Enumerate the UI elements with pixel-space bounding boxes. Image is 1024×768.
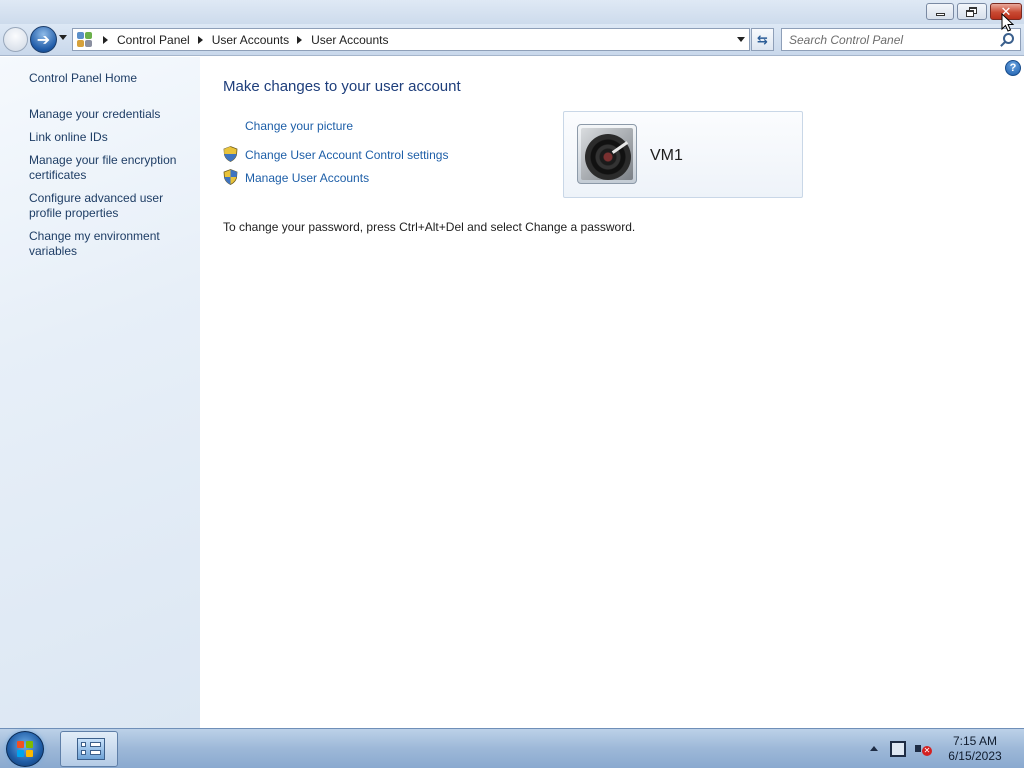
title-bar: ✕	[0, 0, 1024, 24]
task-pane: Control Panel Home Manage your credentia…	[0, 57, 200, 728]
refresh-icon: ⇆	[757, 31, 768, 47]
breadcrumb-control-panel[interactable]: Control Panel	[117, 33, 190, 47]
password-instructions: To change your password, press Ctrl+Alt+…	[223, 220, 636, 234]
search-input[interactable]	[782, 29, 992, 50]
uac-settings-link[interactable]: Change User Account Control settings	[245, 148, 448, 162]
forward-button[interactable]: ➔	[30, 26, 57, 53]
clock-time: 7:15 AM	[952, 734, 998, 748]
sidebar-item-manage-credentials[interactable]: Manage your credentials	[29, 107, 194, 122]
manage-user-accounts-link[interactable]: Manage User Accounts	[245, 171, 369, 185]
clock-date: 6/15/2023	[948, 749, 1002, 763]
taskbar-control-panel-button[interactable]	[60, 731, 118, 767]
breadcrumb-separator[interactable]	[103, 35, 108, 44]
arrow-right-icon: ➔	[36, 31, 51, 49]
refresh-button[interactable]: ⇆	[751, 28, 774, 51]
windows-logo-icon	[17, 741, 34, 758]
mouse-pointer-icon	[1001, 13, 1015, 32]
minimize-button[interactable]	[926, 3, 954, 20]
sidebar-item-environment-variables[interactable]: Change my environment variables	[29, 229, 194, 259]
restore-button[interactable]	[957, 3, 987, 20]
help-icon[interactable]: ?	[1005, 60, 1021, 76]
page-title: Make changes to your user account	[223, 78, 461, 95]
breadcrumb-user-accounts[interactable]: User Accounts	[212, 33, 289, 47]
shield-icon	[223, 146, 238, 162]
network-icon[interactable]	[890, 741, 906, 757]
user-account-tile: VM1	[563, 111, 803, 198]
restore-icon	[966, 6, 978, 17]
search-box[interactable]	[781, 28, 1021, 51]
turntable-record-icon	[581, 128, 633, 180]
minimize-icon	[935, 12, 945, 16]
show-hidden-icons-button[interactable]	[870, 746, 878, 751]
taskbar: ✕ 7:15 AM 6/15/2023	[0, 728, 1024, 768]
breadcrumb-separator[interactable]	[297, 35, 303, 44]
recent-pages-dropdown[interactable]	[59, 35, 67, 40]
main-content: ? Make changes to your user account Chan…	[200, 57, 1024, 728]
user-name: VM1	[650, 147, 683, 164]
control-panel-home-link[interactable]: Control Panel Home	[29, 71, 194, 86]
navigation-bar: ➔ Control Panel User Accounts User Accou…	[0, 24, 1024, 56]
start-button[interactable]	[6, 731, 44, 767]
sidebar-item-advanced-profile[interactable]: Configure advanced user profile properti…	[29, 191, 194, 221]
change-picture-link[interactable]: Change your picture	[245, 119, 353, 133]
sidebar-item-file-encryption[interactable]: Manage your file encryption certificates	[29, 153, 194, 183]
volume-muted-icon[interactable]: ✕	[914, 741, 932, 757]
avatar	[577, 124, 637, 184]
control-panel-icon	[77, 31, 95, 48]
address-dropdown-button[interactable]	[737, 37, 745, 42]
address-bar[interactable]: Control Panel User Accounts User Account…	[72, 28, 750, 51]
system-clock[interactable]: 7:15 AM 6/15/2023	[940, 734, 1010, 764]
search-icon[interactable]	[1003, 33, 1014, 44]
back-button[interactable]	[3, 27, 28, 52]
breadcrumb-user-accounts-current[interactable]: User Accounts	[311, 33, 388, 47]
control-panel-icon	[77, 738, 105, 760]
sidebar-item-link-online-ids[interactable]: Link online IDs	[29, 130, 194, 145]
shield-icon	[223, 169, 238, 185]
breadcrumb-separator[interactable]	[197, 35, 203, 44]
